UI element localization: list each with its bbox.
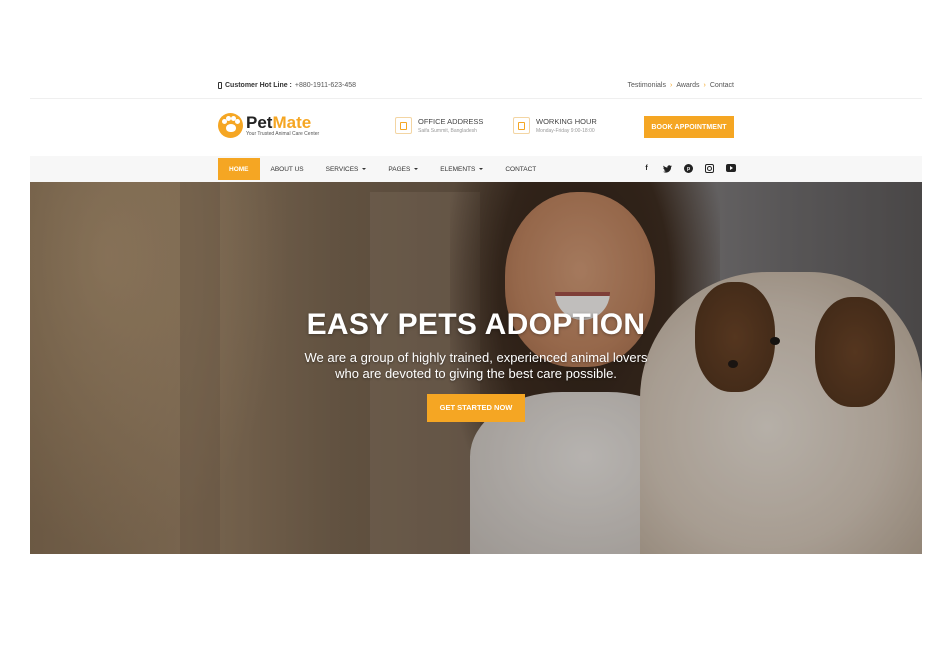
nav-item-contact[interactable]: CONTACT [494,158,547,180]
logo-name: PetMate [246,113,312,132]
page: Customer Hot Line : +880-1911-623-458 Te… [30,0,922,655]
caret-down-icon [414,168,419,170]
logo[interactable]: PetMate Your Trusted Animal Care Center [218,113,319,138]
building-icon [395,117,412,134]
main-nav: HOME ABOUT US SERVICES PAGES ELEMENTS CO… [30,156,922,182]
nav-item-elements[interactable]: ELEMENTS [429,158,494,180]
hours-value: Monday-Friday 9:00-18:00 [536,128,595,134]
top-link-contact[interactable]: Contact [710,82,734,89]
twitter-icon[interactable] [663,164,672,173]
top-link-testimonials[interactable]: Testimonials [627,82,666,89]
nav-item-pages[interactable]: PAGES [377,158,429,180]
caret-down-icon [362,168,367,170]
hours-title: WORKING HOUR [536,117,597,126]
social-links: f p [642,164,736,173]
hotline-label: Customer Hot Line : [225,82,292,89]
hero-subtitle: We are a group of highly trained, experi… [304,350,648,381]
hero-banner: EASY PETS ADOPTION We are a group of hig… [30,182,922,554]
chevron-right-icon: › [703,82,706,89]
office-value: Saifa Summit, Bangladesh [418,128,477,134]
nav-item-services[interactable]: SERVICES [315,158,378,180]
office-title: OFFICE ADDRESS [418,117,484,126]
hero-title: EASY PETS ADOPTION [306,308,646,341]
office-address: OFFICE ADDRESS Saifa Summit, Bangladesh [395,117,483,134]
calendar-icon [513,117,530,134]
phone-icon [218,82,222,89]
get-started-button[interactable]: GET STARTED NOW [427,394,525,422]
youtube-icon[interactable] [726,164,736,172]
nav-item-about-us[interactable]: ABOUT US [260,158,315,180]
hotline: Customer Hot Line : +880-1911-623-458 [218,82,356,89]
paw-icon [218,113,243,138]
nav-item-home[interactable]: HOME [218,158,260,180]
caret-down-icon [479,168,484,170]
top-links: Testimonials › Awards › Contact [627,82,734,89]
working-hour: WORKING HOUR Monday-Friday 9:00-18:00 [513,117,597,134]
pinterest-icon[interactable]: p [684,164,693,173]
chevron-right-icon: › [669,82,673,89]
top-bar: Customer Hot Line : +880-1911-623-458 Te… [30,79,922,99]
hotline-number[interactable]: +880-1911-623-458 [295,82,356,89]
top-link-awards[interactable]: Awards [676,82,699,89]
facebook-icon[interactable]: f [642,164,651,173]
site-header: PetMate Your Trusted Animal Care Center … [218,111,734,145]
logo-tagline: Your Trusted Animal Care Center [246,131,320,137]
book-appointment-button[interactable]: BOOK APPOINTMENT [644,116,734,138]
hero-content: EASY PETS ADOPTION We are a group of hig… [30,308,922,422]
instagram-icon[interactable] [705,164,714,173]
